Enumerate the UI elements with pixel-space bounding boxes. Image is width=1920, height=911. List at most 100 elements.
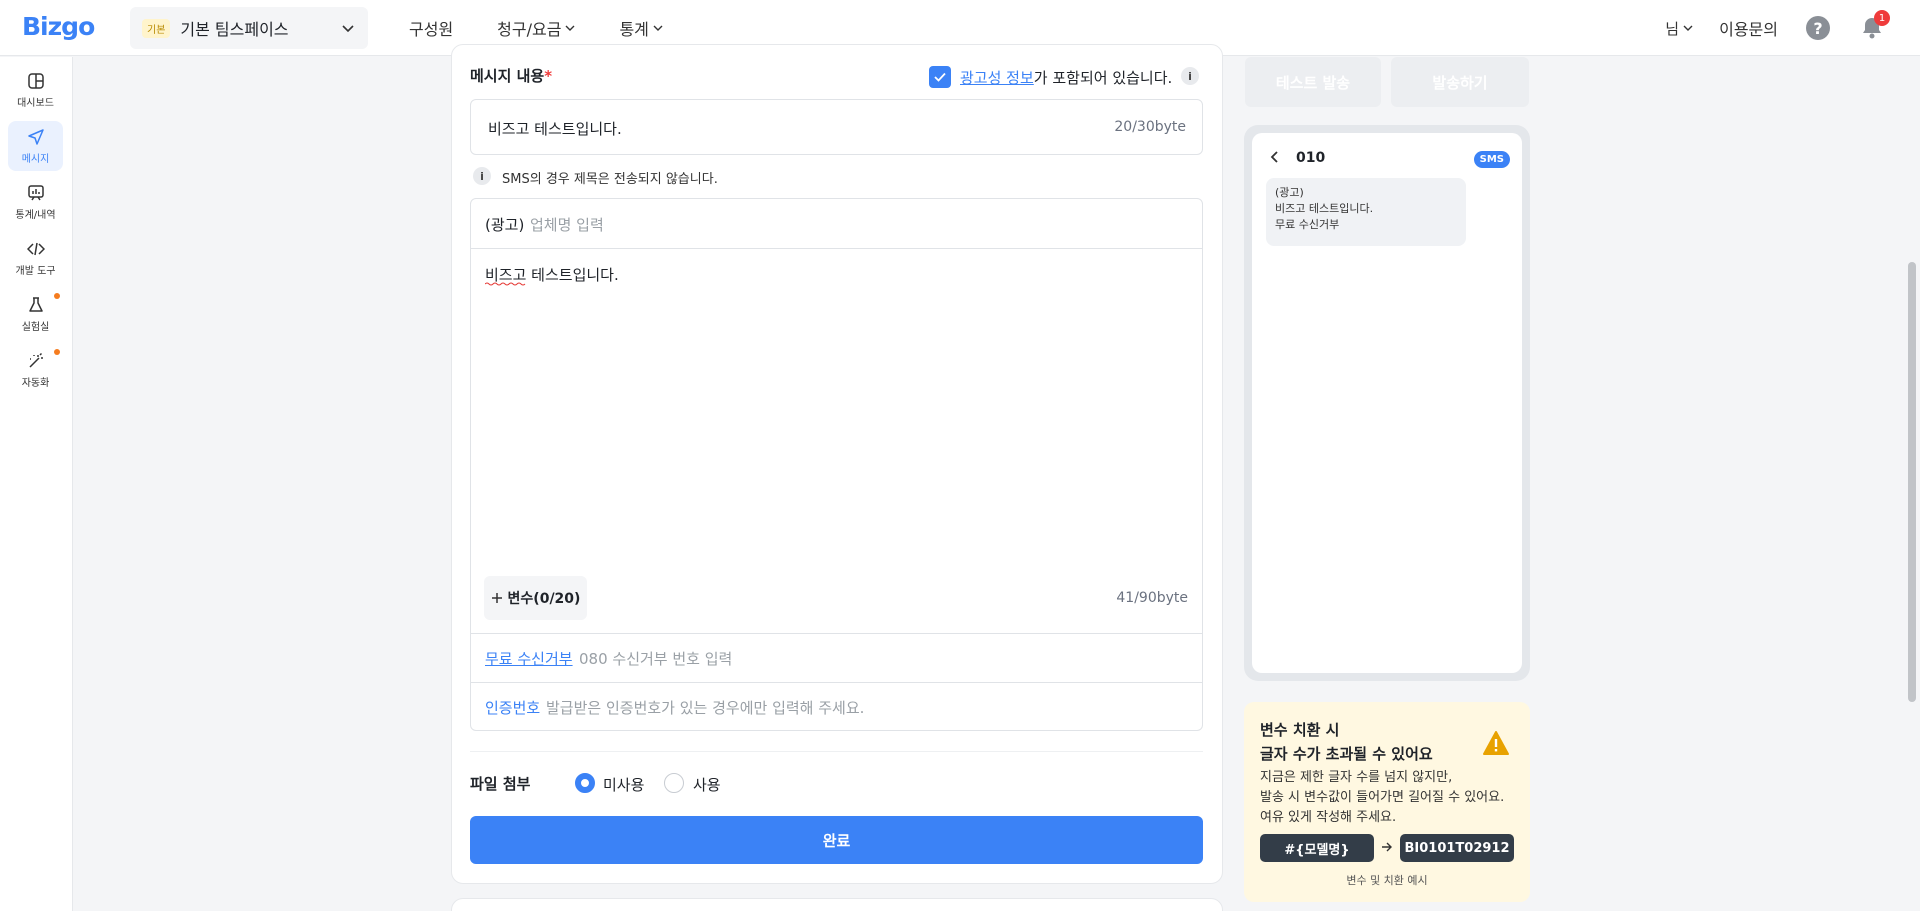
sms-subject-note: SMS의 경우 제목은 전송되지 않습니다. bbox=[502, 172, 718, 187]
plus-icon bbox=[491, 593, 502, 603]
nav-members-label: 구성원 bbox=[409, 20, 454, 39]
sidebar-item-label: 메시지 bbox=[21, 153, 50, 165]
left-sidebar: 대시보드 메시지 통계/내역 개발 도구 실험실 자동화 bbox=[0, 57, 73, 911]
warning-title-2: 글자 수가 초과될 수 있어요 bbox=[1260, 745, 1433, 763]
variable-chip: #{모델명} bbox=[1260, 834, 1374, 862]
sidebar-item-label: 자동화 bbox=[21, 377, 50, 389]
spellcheck-underline bbox=[485, 282, 526, 286]
back-arrow-icon bbox=[1270, 151, 1278, 163]
message-content-label: 메시지 내용 bbox=[470, 67, 545, 85]
info-icon: i bbox=[473, 167, 491, 185]
warning-body: 지금은 제한 글자 수를 넘지 않지만, 발송 시 변수값이 들어가면 길어질 … bbox=[1260, 768, 1504, 828]
workspace-name: 기본 팀스페이스 bbox=[180, 20, 289, 39]
stats-icon bbox=[27, 184, 44, 200]
sender-number: 010 bbox=[1296, 150, 1326, 166]
sidebar-item-automation[interactable]: 자동화 bbox=[8, 345, 63, 395]
sms-type-badge: SMS bbox=[1473, 151, 1510, 168]
file-attach-unused-label[interactable]: 미사용 bbox=[603, 774, 644, 795]
workspace-badge: 기본 bbox=[142, 18, 171, 38]
sidebar-item-lab[interactable]: 실험실 bbox=[8, 289, 63, 339]
message-content-title: 메시지 내용* bbox=[470, 65, 552, 86]
ad-prefix: (광고) bbox=[485, 216, 525, 234]
sidebar-item-dashboard[interactable]: 대시보드 bbox=[8, 65, 63, 115]
workspace-selector[interactable]: 기본 기본 팀스페이스 bbox=[130, 7, 368, 49]
next-section-card bbox=[451, 898, 1223, 911]
nav-statistics[interactable]: 통계 bbox=[619, 16, 663, 40]
ad-info-checkbox[interactable] bbox=[929, 66, 951, 88]
new-indicator-dot bbox=[54, 293, 60, 299]
row-divider bbox=[471, 633, 1202, 634]
bubble-line: 비즈고 테스트입니다. bbox=[1275, 202, 1374, 215]
inquiry-link[interactable]: 이용문의 bbox=[1719, 16, 1778, 40]
bizgo-logo[interactable]: Bizgo bbox=[22, 12, 95, 41]
done-button[interactable]: 완료 bbox=[470, 816, 1203, 864]
nav-members[interactable]: 구성원 bbox=[409, 16, 453, 40]
new-indicator-dot bbox=[54, 349, 60, 355]
send-icon bbox=[27, 128, 44, 145]
user-name: 님 bbox=[1665, 19, 1680, 38]
warning-line: 여유 있게 작성해 주세요. bbox=[1260, 810, 1397, 825]
subject-input[interactable]: 비즈고 테스트입니다. 20/30byte bbox=[470, 99, 1203, 155]
sidebar-item-label: 개발 도구 bbox=[15, 265, 56, 277]
nav-billing[interactable]: 청구/요금 bbox=[497, 16, 575, 40]
sidebar-item-label: 실험실 bbox=[21, 321, 50, 333]
ad-company-row: (광고) 업체명 입력 bbox=[471, 199, 1202, 249]
send-button[interactable]: 발송하기 bbox=[1391, 57, 1529, 107]
sidebar-item-label: 대시보드 bbox=[17, 97, 54, 109]
file-attach-used-label[interactable]: 사용 bbox=[693, 774, 721, 795]
chevron-down-icon bbox=[653, 25, 663, 31]
subject-byte-count: 20/30byte bbox=[1114, 119, 1186, 135]
subject-value: 비즈고 테스트입니다. bbox=[488, 120, 622, 138]
nav-statistics-label: 통계 bbox=[619, 20, 649, 39]
file-attach-unused-radio[interactable] bbox=[575, 773, 595, 793]
check-icon bbox=[934, 72, 946, 82]
reject-number-input[interactable]: 080 수신거부 번호 입력 bbox=[579, 648, 732, 669]
file-attach-used-radio[interactable] bbox=[664, 773, 684, 793]
notification-button[interactable]: 1 bbox=[1860, 10, 1890, 40]
help-icon[interactable]: ? bbox=[1806, 16, 1830, 40]
warning-icon bbox=[1483, 731, 1509, 755]
warning-line: 발송 시 변수값이 들어가면 길어질 수 있어요. bbox=[1260, 790, 1505, 805]
info-icon[interactable]: i bbox=[1181, 67, 1199, 85]
chevron-down-icon bbox=[342, 25, 354, 33]
user-menu[interactable]: 님 bbox=[1665, 18, 1693, 39]
message-bubble: (광고) 비즈고 테스트입니다. 무료 수신거부 bbox=[1266, 178, 1466, 246]
row-divider bbox=[471, 682, 1202, 683]
nav-billing-label: 청구/요금 bbox=[497, 20, 562, 39]
bubble-line: 무료 수신거부 bbox=[1275, 218, 1340, 231]
body-byte-count: 41/90byte bbox=[1116, 590, 1188, 606]
warning-title-1: 변수 치환 시 bbox=[1260, 721, 1340, 739]
sidebar-item-statistics[interactable]: 통계/내역 bbox=[8, 177, 63, 227]
ad-info-link[interactable]: 광고성 정보 bbox=[960, 69, 1034, 87]
magic-wand-icon bbox=[28, 352, 43, 368]
phone-screen: 010 SMS (광고) 비즈고 테스트입니다. 무료 수신거부 bbox=[1252, 133, 1522, 673]
add-variable-button[interactable]: 변수(0/20) bbox=[484, 576, 587, 620]
bubble-line: (광고) bbox=[1275, 186, 1304, 199]
section-divider bbox=[470, 751, 1203, 752]
phone-preview: 010 SMS (광고) 비즈고 테스트입니다. 무료 수신거부 bbox=[1244, 125, 1530, 681]
free-reject-link[interactable]: 무료 수신거부 bbox=[485, 648, 573, 669]
ad-info-label: 광고성 정보가 포함되어 있습니다. bbox=[960, 67, 1172, 88]
ad-info-text: 가 포함되어 있습니다. bbox=[1033, 69, 1173, 87]
chevron-down-icon bbox=[1683, 25, 1693, 31]
sidebar-item-message[interactable]: 메시지 bbox=[8, 121, 63, 171]
scrollbar-thumb[interactable] bbox=[1908, 262, 1916, 702]
company-name-input[interactable]: 업체명 입력 bbox=[530, 214, 604, 235]
sidebar-item-label: 통계/내역 bbox=[15, 209, 56, 221]
warning-caption: 변수 및 치환 예시 bbox=[1346, 874, 1428, 887]
code-icon bbox=[26, 242, 45, 255]
notification-count-badge: 1 bbox=[1874, 10, 1890, 26]
test-send-button[interactable]: 테스트 발송 bbox=[1245, 57, 1381, 107]
arrow-right-icon bbox=[1382, 842, 1392, 852]
file-attach-title: 파일 첨부 bbox=[470, 775, 531, 793]
substituted-value-chip: BI0101T02912 bbox=[1400, 834, 1514, 862]
required-mark: * bbox=[544, 67, 553, 85]
warning-line: 지금은 제한 글자 수를 넘지 않지만, bbox=[1260, 770, 1453, 785]
auth-number-label: 인증번호 bbox=[485, 699, 541, 717]
header-right: 님 이용문의 ? 1 bbox=[1665, 0, 1920, 56]
sidebar-item-dev-tools[interactable]: 개발 도구 bbox=[8, 233, 63, 283]
add-variable-label: 변수(0/20) bbox=[507, 591, 581, 607]
chevron-down-icon bbox=[565, 25, 575, 31]
dashboard-icon bbox=[27, 72, 44, 89]
auth-number-input[interactable]: 발급받은 인증번호가 있는 경우에만 입력해 주세요. bbox=[546, 697, 864, 718]
